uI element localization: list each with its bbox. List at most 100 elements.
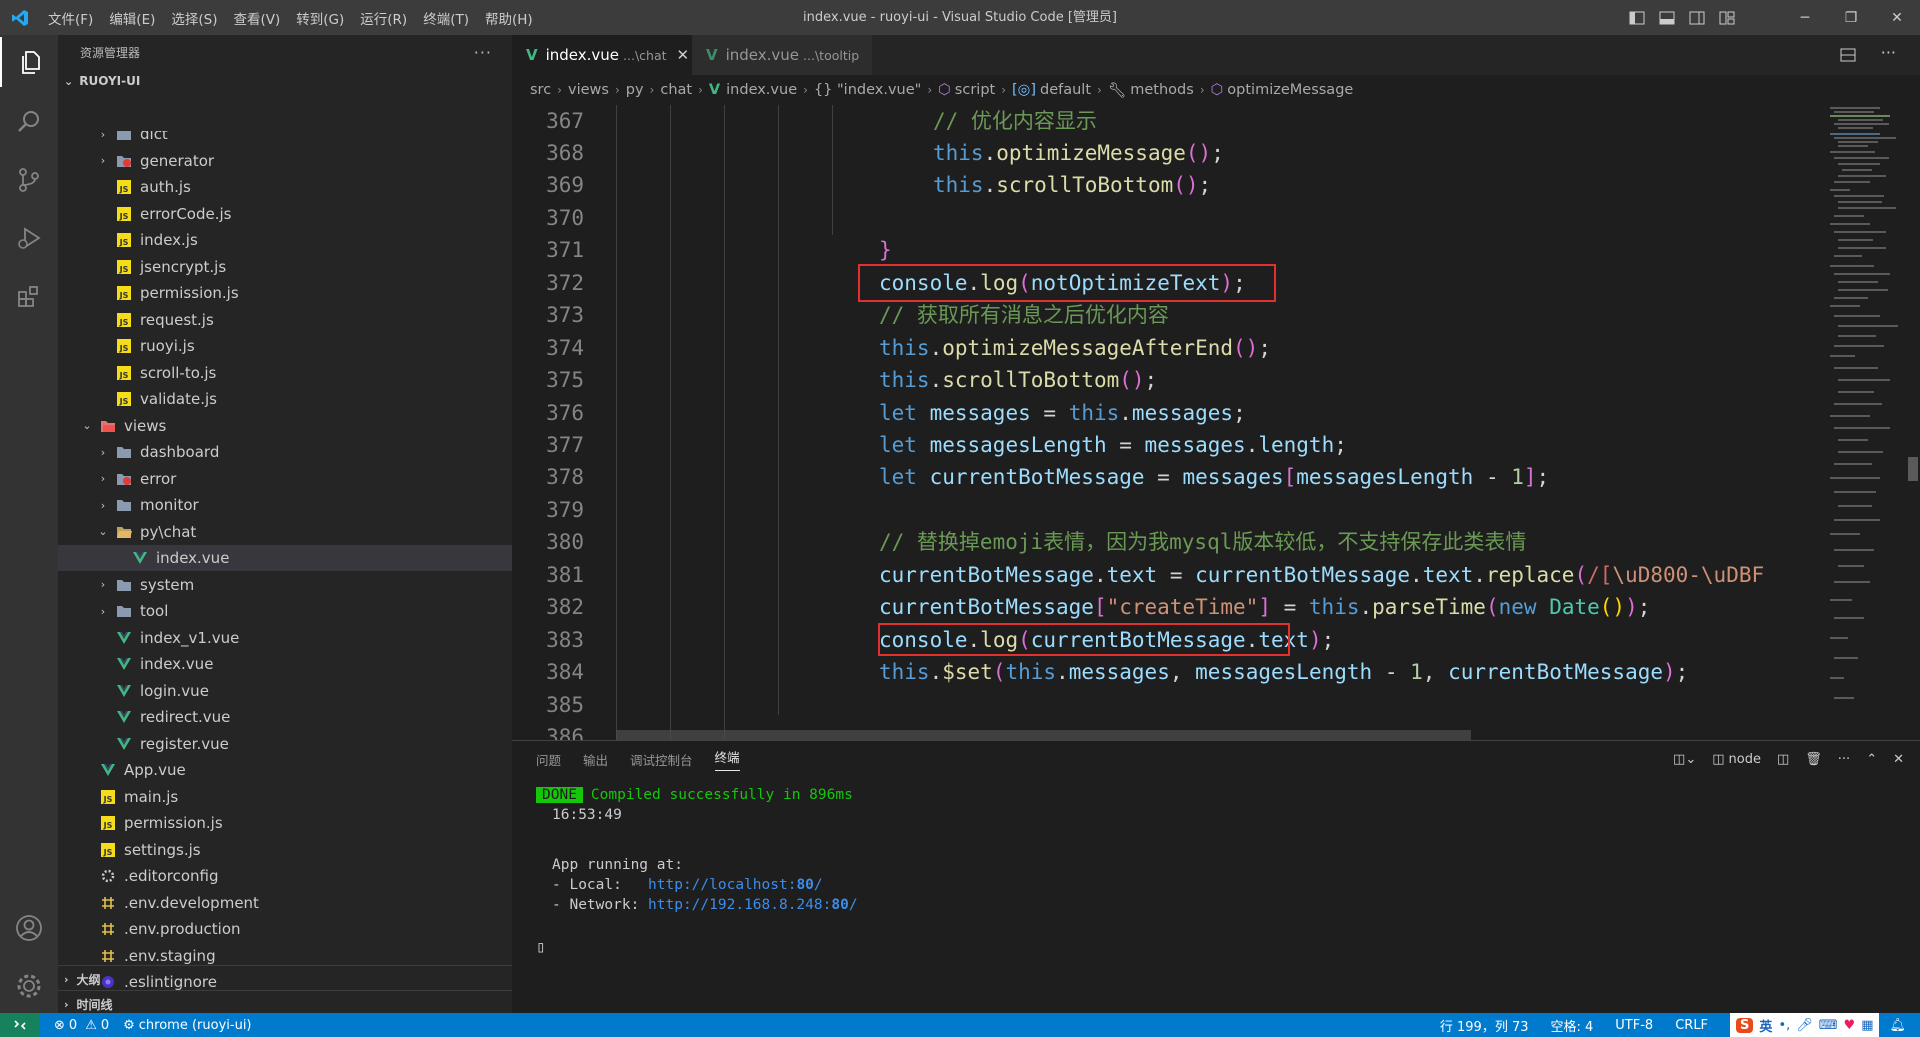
breadcrumb-module[interactable]: {} "index.vue": [814, 82, 921, 98]
tree-item-main-js[interactable]: JS main.js: [58, 784, 512, 810]
tree-item-index-js[interactable]: JS index.js: [58, 227, 512, 253]
breadcrumb-file[interactable]: index.vue: [726, 82, 797, 98]
breadcrumb-default[interactable]: default: [1040, 82, 1091, 98]
chevron-right-icon[interactable]: ›: [96, 131, 110, 141]
minimap[interactable]: [1808, 105, 1906, 740]
minimize-icon[interactable]: ─: [1782, 0, 1828, 35]
tree-item-index-vue[interactable]: index.vue: [58, 545, 512, 571]
debug-status[interactable]: ⚙ chrome (ruoyi-ui): [123, 1018, 251, 1033]
indentation[interactable]: 空格: 4: [1551, 1016, 1594, 1035]
search-icon[interactable]: [0, 97, 58, 147]
chevron-right-icon[interactable]: ›: [96, 472, 110, 485]
tree-item-env-development[interactable]: .env.development: [58, 890, 512, 916]
accounts-icon[interactable]: [0, 903, 58, 953]
restore-icon[interactable]: ❐: [1828, 0, 1874, 35]
breadcrumb-script[interactable]: script: [955, 82, 995, 98]
chevron-right-icon[interactable]: ›: [96, 446, 110, 459]
menu-view[interactable]: 查看(V): [226, 8, 289, 28]
chevron-right-icon[interactable]: ›: [96, 499, 110, 512]
split-terminal-icon[interactable]: ◫⌄: [1673, 752, 1696, 767]
remote-icon[interactable]: [0, 1013, 40, 1037]
tree-item-py-chat[interactable]: ⌄ py\chat: [58, 519, 512, 545]
tree-item-redirect-vue[interactable]: redirect.vue: [58, 704, 512, 730]
tree-item-errorcode-js[interactable]: JS errorCode.js: [58, 201, 512, 227]
end-of-line[interactable]: CRLF: [1675, 1018, 1708, 1033]
menu-file[interactable]: 文件(F): [40, 8, 101, 28]
encoding[interactable]: UTF-8: [1615, 1018, 1653, 1033]
tab-index-vue-tooltip[interactable]: V index.vue ...\tooltip: [692, 35, 872, 75]
explorer-icon[interactable]: [0, 37, 60, 87]
tree-item-dashboard[interactable]: › dashboard: [58, 439, 512, 465]
tab-index-vue-chat[interactable]: V index.vue ...\chat ✕: [512, 35, 692, 75]
tree-item-generator[interactable]: › generator: [58, 148, 512, 174]
tree-item-monitor[interactable]: › monitor: [58, 492, 512, 518]
breadcrumb-methods[interactable]: methods: [1130, 82, 1194, 98]
menu-help[interactable]: 帮助(H): [477, 8, 541, 28]
tree-item-ruoyi-js[interactable]: JS ruoyi.js: [58, 333, 512, 359]
tree-item-tool[interactable]: › tool: [58, 598, 512, 624]
maximize-panel-icon[interactable]: ⌃: [1866, 752, 1877, 767]
run-debug-icon[interactable]: [0, 213, 58, 263]
terminal-selector[interactable]: ◫ node: [1712, 752, 1761, 767]
extensions-icon[interactable]: [0, 271, 58, 321]
panel-tab-terminal[interactable]: 终端: [714, 747, 740, 771]
tab-close-icon[interactable]: ✕: [677, 46, 690, 64]
tree-item-scroll-to-js[interactable]: JS scroll-to.js: [58, 360, 512, 386]
manage-gear-icon[interactable]: [0, 961, 58, 1011]
tree-item-settings-js[interactable]: JS settings.js: [58, 837, 512, 863]
split-icon[interactable]: ◫: [1777, 752, 1789, 767]
network-url[interactable]: http://192.168.8.248:80/: [648, 897, 858, 913]
horizontal-scrollbar[interactable]: [616, 730, 1471, 740]
editor-more-actions-icon[interactable]: ···: [1881, 43, 1896, 62]
tree-item-editorconfig[interactable]: .editorconfig: [58, 863, 512, 889]
tree-item-permission-js[interactable]: JS permission.js: [58, 280, 512, 306]
close-icon[interactable]: ✕: [1874, 0, 1920, 35]
chevron-down-icon[interactable]: ⌄: [80, 419, 94, 432]
tree-item-index-v1-vue[interactable]: index_v1.vue: [58, 625, 512, 651]
breadcrumb-src[interactable]: src: [530, 82, 551, 98]
tree-item-error[interactable]: › error: [58, 466, 512, 492]
tree-item-dict[interactable]: › dict: [58, 131, 512, 147]
problems-status[interactable]: ⊗ 0 ⚠ 0: [54, 1018, 109, 1033]
tree-item-request-js[interactable]: JS request.js: [58, 307, 512, 333]
ime-toolbar[interactable]: S 英 •, 🎤︎ ⌨ ♥ ▦: [1730, 1013, 1880, 1037]
workspace-root[interactable]: ⌄ RUOYI-UI: [58, 70, 512, 92]
tree-item-system[interactable]: › system: [58, 572, 512, 598]
menu-go[interactable]: 转到(G): [288, 8, 352, 28]
tree-item-validate-js[interactable]: JS validate.js: [58, 386, 512, 412]
breadcrumb-chat[interactable]: chat: [660, 82, 692, 98]
menu-edit[interactable]: 编辑(E): [101, 8, 163, 28]
panel-more-icon[interactable]: ···: [1838, 752, 1850, 767]
tree-item-auth-js[interactable]: JS auth.js: [58, 174, 512, 200]
tree-item-env-production[interactable]: .env.production: [58, 916, 512, 942]
chevron-right-icon[interactable]: ›: [96, 578, 110, 591]
code-editor[interactable]: 367 368 369 370 371 372 373 374 375 376 377 378 379 3…: [512, 105, 1920, 740]
panel-tab-problems[interactable]: 问题: [536, 750, 561, 769]
tree-item-register-vue[interactable]: register.vue: [58, 731, 512, 757]
tree-item-index-vue[interactable]: index.vue: [58, 651, 512, 677]
panel-tab-output[interactable]: 输出: [583, 750, 608, 769]
outline-section[interactable]: › 大纲: [58, 965, 512, 992]
source-control-icon[interactable]: [0, 155, 58, 205]
breadcrumb-views[interactable]: views: [568, 82, 609, 98]
chevron-right-icon[interactable]: ›: [96, 605, 110, 618]
toggle-panel-icon[interactable]: [1652, 0, 1682, 35]
split-editor-icon[interactable]: [1840, 47, 1856, 67]
chevron-down-icon[interactable]: ⌄: [96, 525, 110, 538]
tree-item-app-vue[interactable]: App.vue: [58, 757, 512, 783]
more-actions-icon[interactable]: ···: [474, 43, 492, 62]
tree-item-jsencrypt-js[interactable]: JS jsencrypt.js: [58, 254, 512, 280]
toggle-sidebar-icon[interactable]: [1622, 0, 1652, 35]
close-panel-icon[interactable]: ✕: [1893, 752, 1904, 767]
vertical-scrollbar[interactable]: [1906, 105, 1920, 740]
menu-terminal[interactable]: 终端(T): [415, 8, 477, 28]
trash-icon[interactable]: 🗑︎: [1805, 752, 1822, 767]
customize-layout-icon[interactable]: [1712, 0, 1742, 35]
menu-selection[interactable]: 选择(S): [163, 8, 225, 28]
breadcrumb-py[interactable]: py: [626, 82, 644, 98]
chevron-right-icon[interactable]: ›: [96, 154, 110, 167]
tree-item-permission-js[interactable]: JS permission.js: [58, 810, 512, 836]
tree-item-login-vue[interactable]: login.vue: [58, 678, 512, 704]
cursor-position[interactable]: 行 199，列 73: [1440, 1016, 1529, 1035]
tree-item-views[interactable]: ⌄ views: [58, 413, 512, 439]
